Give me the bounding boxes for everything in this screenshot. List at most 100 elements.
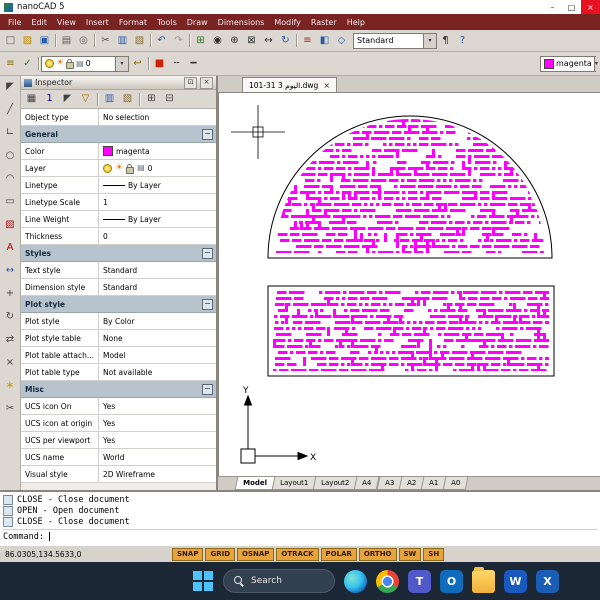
paste-icon[interactable]: ▧ [132, 33, 147, 48]
move-icon[interactable]: + [3, 286, 18, 301]
menu-item-insert[interactable]: Insert [81, 14, 114, 30]
tab-close-icon[interactable]: × [323, 81, 330, 90]
status-toggle-polar[interactable]: POLAR [320, 548, 357, 561]
file-explorer-icon[interactable] [472, 566, 495, 593]
zoom-extents-icon[interactable]: ⊠ [244, 33, 259, 48]
layout-tab-layout1[interactable]: Layout1 [271, 477, 317, 490]
property-value[interactable]: Model [99, 347, 216, 363]
drawing-canvas[interactable]: Y X [218, 93, 600, 476]
layer-properties-icon[interactable]: ≡ [3, 56, 18, 71]
layout-tab-model[interactable]: Model [234, 477, 276, 490]
menu-item-format[interactable]: Format [114, 14, 152, 30]
regen-icon[interactable]: ↻ [278, 33, 293, 48]
pan-icon[interactable]: ↔ [261, 33, 276, 48]
menu-item-draw[interactable]: Draw [182, 14, 213, 30]
inspector-title-bar[interactable]: Inspector ⊡ × [21, 76, 216, 90]
chevron-down-icon[interactable]: ▾ [423, 33, 436, 48]
minimize-button[interactable]: – [543, 0, 562, 14]
selection-count-icon[interactable]: 1 [42, 92, 57, 107]
property-value[interactable]: Standard [99, 262, 216, 278]
property-value[interactable]: None [99, 330, 216, 346]
chrome-icon[interactable] [376, 569, 399, 593]
property-value[interactable]: 2D Wireframe [99, 466, 216, 482]
inspector-section-plot-style[interactable]: Plot style − [21, 296, 216, 313]
menu-item-dimensions[interactable]: Dimensions [213, 14, 270, 30]
status-toggle-osnap[interactable]: OSNAP [237, 548, 275, 561]
property-value[interactable]: 1 [99, 194, 216, 210]
close-panel-icon[interactable]: × [200, 76, 213, 89]
command-line-panel[interactable]: CLOSE - Close document OPEN - Open docume… [0, 490, 600, 545]
property-value[interactable]: No selection [99, 109, 216, 125]
save-icon[interactable]: ▣ [37, 33, 52, 48]
inspector-section-styles[interactable]: Styles − [21, 245, 216, 262]
excel-icon[interactable]: X [536, 569, 559, 593]
draw-order-icon[interactable]: ◧ [317, 33, 332, 48]
zoom-in-icon[interactable]: ⊕ [227, 33, 242, 48]
start-button[interactable] [192, 570, 214, 592]
menu-item-tools[interactable]: Tools [152, 14, 182, 30]
status-toggle-sw[interactable]: SW [398, 548, 422, 561]
osnap-settings-icon[interactable]: ◇ [334, 33, 349, 48]
polyline-icon[interactable]: ∟ [3, 125, 18, 140]
circle-icon[interactable]: ○ [3, 148, 18, 163]
command-prompt[interactable]: Command: [3, 529, 597, 543]
layer-combo[interactable]: ☀ ▤ 0 ▾ [41, 55, 129, 72]
property-value[interactable]: Yes [99, 415, 216, 431]
document-tab[interactable]: 101-31 3 اليوم.dwg × [242, 77, 338, 92]
find-icon[interactable]: ◉ [210, 33, 225, 48]
property-value[interactable]: By Color [99, 313, 216, 329]
collapse-icon[interactable]: − [202, 298, 213, 310]
expand-all-icon[interactable]: ⊞ [144, 92, 159, 107]
lineweight-control-icon[interactable]: ━ [186, 56, 201, 71]
erase-icon[interactable]: × [3, 355, 18, 370]
layers-dialog-icon[interactable]: ≡ [300, 33, 315, 48]
properties-icon[interactable]: ⊞ [193, 33, 208, 48]
taskbar-search[interactable]: Search [223, 569, 335, 593]
menu-item-raster[interactable]: Raster [306, 14, 342, 30]
edge-icon[interactable] [344, 569, 367, 593]
word-icon[interactable]: W [504, 569, 527, 593]
layer-previous-icon[interactable]: ↩ [130, 56, 145, 71]
dock-pin-icon[interactable]: ⊡ [184, 76, 197, 89]
grid-view-icon[interactable]: ▦ [24, 92, 39, 107]
property-value[interactable]: 0 [99, 228, 216, 244]
status-toggle-grid[interactable]: GRID [205, 548, 236, 561]
status-toggle-snap[interactable]: SNAP [172, 548, 204, 561]
property-value[interactable]: Yes [99, 398, 216, 414]
select-objects-icon[interactable]: ◤ [60, 92, 75, 107]
property-value[interactable]: Standard [99, 279, 216, 295]
menu-item-view[interactable]: View [52, 14, 81, 30]
property-value[interactable]: magenta [99, 143, 216, 159]
style-combo[interactable]: Standard ▾ [353, 32, 437, 49]
close-button[interactable]: × [581, 0, 600, 14]
explode-icon[interactable]: ∗ [3, 378, 18, 393]
select-icon[interactable]: ◤ [3, 79, 18, 94]
menu-item-edit[interactable]: Edit [26, 14, 52, 30]
collapse-all-icon[interactable]: ⊟ [162, 92, 177, 107]
make-current-layer-icon[interactable]: ✓ [20, 56, 35, 71]
inspector-section-misc[interactable]: Misc − [21, 381, 216, 398]
trim-icon[interactable]: ✂ [3, 401, 18, 416]
redo-icon[interactable]: ↷ [171, 33, 186, 48]
status-toggle-sh[interactable]: SH [423, 548, 445, 561]
status-toggle-otrack[interactable]: OTRACK [276, 548, 319, 561]
paste-properties-icon[interactable]: ▧ [120, 92, 135, 107]
layout-tab-layout2[interactable]: Layout2 [312, 477, 358, 490]
rectangle-icon[interactable]: ▭ [3, 194, 18, 209]
rotate-icon[interactable]: ↻ [3, 309, 18, 324]
mirror-icon[interactable]: ⇄ [3, 332, 18, 347]
help-icon[interactable]: ? [455, 33, 470, 48]
new-document-icon[interactable]: □ [3, 33, 18, 48]
quick-filter-icon[interactable]: ▽ [78, 92, 93, 107]
dimension-icon[interactable]: ↔ [3, 263, 18, 278]
arc-icon[interactable]: ◠ [3, 171, 18, 186]
inspector-section-general[interactable]: General − [21, 126, 216, 143]
maximize-button[interactable]: □ [562, 0, 581, 14]
hatch-icon[interactable]: ▨ [3, 217, 18, 232]
menu-item-modify[interactable]: Modify [269, 14, 306, 30]
print-icon[interactable]: ▤ [59, 33, 74, 48]
collapse-icon[interactable]: − [202, 383, 213, 395]
property-value[interactable]: By Layer [99, 177, 216, 193]
menu-item-file[interactable]: File [3, 14, 26, 30]
text-styles-icon[interactable]: ¶ [438, 33, 453, 48]
